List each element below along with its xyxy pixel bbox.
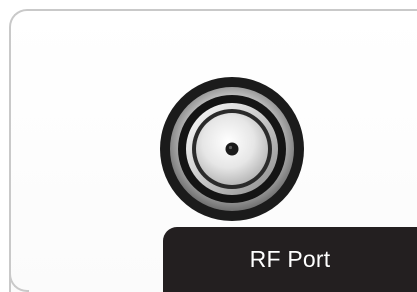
port-label: RF Port — [249, 246, 331, 272]
rf-connector-icon — [157, 76, 307, 222]
label-tab: RF Port — [163, 227, 417, 292]
